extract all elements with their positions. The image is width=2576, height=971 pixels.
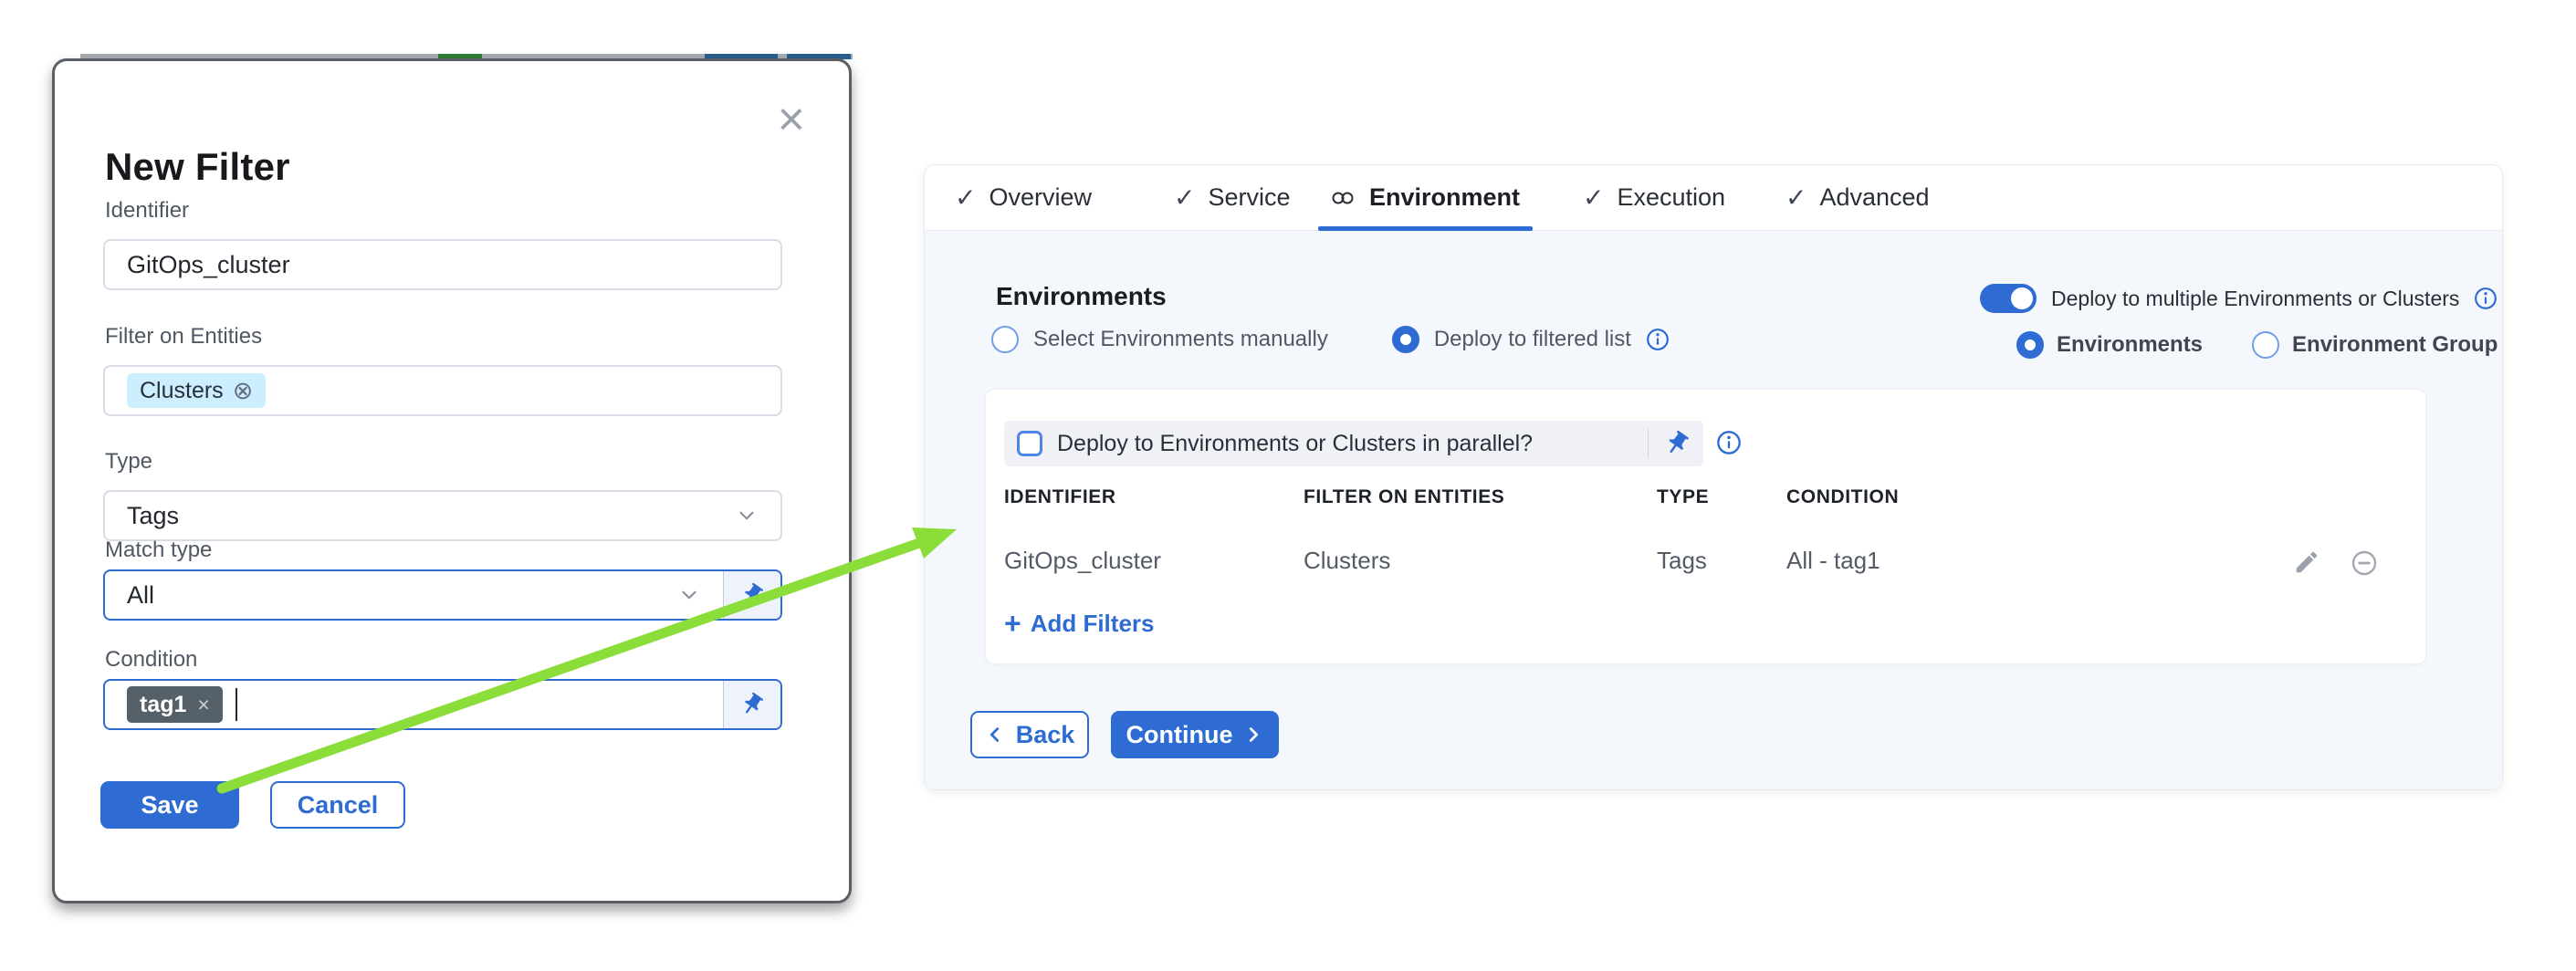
pipeline-stage-panel: ✓ Overview ✓ Service Environment ✓ Execu… bbox=[924, 164, 2503, 790]
back-label: Back bbox=[1016, 721, 1075, 749]
edit-filter-icon[interactable] bbox=[2293, 548, 2320, 576]
tab-label: Execution bbox=[1617, 183, 1725, 212]
entities-chip: Clusters ⊗ bbox=[127, 373, 266, 408]
environment-mode-radios: Select Environments manually Deploy to f… bbox=[991, 326, 1670, 353]
tab-advanced[interactable]: ✓ Advanced bbox=[1785, 165, 1930, 230]
match-type-select[interactable]: All bbox=[103, 569, 782, 621]
stage-tab-bar: ✓ Overview ✓ Service Environment ✓ Execu… bbox=[925, 165, 2502, 231]
toggle-knob bbox=[2011, 287, 2033, 309]
chevron-left-icon bbox=[985, 725, 1005, 745]
condition-tag-chip: tag1 × bbox=[127, 686, 223, 723]
filters-card: Deploy to Environments or Clusters in pa… bbox=[985, 389, 2426, 664]
check-icon: ✓ bbox=[1785, 183, 1806, 213]
type-select[interactable]: Tags bbox=[103, 490, 782, 541]
env-or-group-radios: Environments Environment Group bbox=[2016, 331, 2497, 359]
radio-deploy-filtered[interactable] bbox=[1392, 326, 1419, 353]
new-filter-modal: × New Filter Identifier GitOps_cluster F… bbox=[52, 58, 852, 903]
match-type-value: All bbox=[127, 581, 154, 610]
text-cursor bbox=[236, 688, 237, 721]
multi-env-toggle[interactable] bbox=[1980, 284, 2037, 313]
parallel-checkbox-label: Deploy to Environments or Clusters in pa… bbox=[1057, 431, 1633, 457]
tab-environment[interactable]: Environment bbox=[1329, 165, 1520, 230]
info-icon[interactable] bbox=[1716, 430, 1742, 455]
tab-label: Service bbox=[1208, 183, 1290, 212]
condition-label: Condition bbox=[105, 647, 197, 673]
radio-environments[interactable] bbox=[2016, 331, 2044, 359]
col-header-identifier: IDENTIFIER bbox=[1004, 486, 1116, 508]
tab-label: Environment bbox=[1369, 183, 1520, 212]
tab-label: Advanced bbox=[1819, 183, 1929, 212]
condition-input[interactable]: tag1 × bbox=[103, 679, 782, 730]
environments-heading: Environments bbox=[996, 282, 1167, 311]
row-identifier: GitOps_cluster bbox=[1004, 547, 1161, 575]
condition-tag-label: tag1 bbox=[140, 692, 186, 718]
radio-environment-group-label: Environment Group bbox=[2292, 332, 2497, 358]
continue-button[interactable]: Continue bbox=[1111, 711, 1279, 758]
col-header-condition: CONDITION bbox=[1786, 486, 1899, 508]
pin-icon[interactable] bbox=[1658, 424, 1696, 463]
type-value: Tags bbox=[127, 502, 179, 530]
chip-remove-icon[interactable]: ⊗ bbox=[233, 379, 254, 403]
pin-icon bbox=[735, 578, 770, 613]
chip-remove-icon[interactable]: × bbox=[197, 694, 209, 715]
multi-env-toggle-label: Deploy to multiple Environments or Clust… bbox=[2051, 287, 2459, 311]
identifier-value: GitOps_cluster bbox=[127, 251, 290, 279]
info-icon[interactable] bbox=[1646, 328, 1670, 351]
col-header-type: TYPE bbox=[1657, 486, 1709, 508]
row-condition: All - tag1 bbox=[1786, 547, 1880, 575]
filter-on-entities-input[interactable]: Clusters ⊗ bbox=[103, 365, 782, 416]
filter-on-entities-label: Filter on Entities bbox=[105, 324, 262, 350]
add-filters-label: Add Filters bbox=[1031, 610, 1155, 638]
remove-filter-icon[interactable] bbox=[2350, 548, 2379, 578]
tab-label: Overview bbox=[989, 183, 1092, 212]
plus-icon: + bbox=[1004, 609, 1021, 638]
match-type-label: Match type bbox=[105, 538, 212, 563]
tab-service[interactable]: ✓ Service bbox=[1174, 165, 1291, 230]
save-button[interactable]: Save bbox=[100, 781, 239, 829]
type-label: Type bbox=[105, 449, 152, 475]
tab-execution[interactable]: ✓ Execution bbox=[1583, 165, 1725, 230]
check-icon: ✓ bbox=[1174, 183, 1195, 213]
row-entities: Clusters bbox=[1304, 547, 1390, 575]
divider bbox=[1648, 429, 1649, 458]
pin-icon bbox=[735, 687, 770, 723]
radio-select-manually-label: Select Environments manually bbox=[1033, 327, 1328, 352]
back-button[interactable]: Back bbox=[970, 711, 1089, 758]
radio-environment-group[interactable] bbox=[2252, 331, 2279, 359]
radio-select-manually[interactable] bbox=[991, 326, 1019, 353]
radio-deploy-filtered-label: Deploy to filtered list bbox=[1434, 327, 1631, 352]
info-icon[interactable] bbox=[2474, 287, 2497, 310]
continue-label: Continue bbox=[1126, 721, 1233, 749]
check-icon: ✓ bbox=[1583, 183, 1604, 213]
identifier-input[interactable]: GitOps_cluster bbox=[103, 239, 782, 290]
identifier-label: Identifier bbox=[105, 198, 189, 224]
radio-environments-label: Environments bbox=[2057, 332, 2203, 358]
cancel-button[interactable]: Cancel bbox=[270, 781, 405, 829]
modal-title: New Filter bbox=[105, 145, 290, 189]
chevron-right-icon bbox=[1243, 725, 1263, 745]
environment-tab-content: Environments Select Environments manuall… bbox=[925, 231, 2502, 789]
multi-env-toggle-row: Deploy to multiple Environments or Clust… bbox=[1980, 284, 2497, 313]
add-filters-button[interactable]: + Add Filters bbox=[1004, 609, 1154, 638]
chevron-down-icon bbox=[677, 583, 701, 607]
environment-icon bbox=[1329, 184, 1356, 212]
close-icon[interactable]: × bbox=[778, 96, 805, 143]
runtime-input-pin-button[interactable] bbox=[723, 571, 780, 619]
check-icon: ✓ bbox=[955, 183, 976, 213]
runtime-input-pin-button[interactable] bbox=[723, 681, 780, 728]
row-type: Tags bbox=[1657, 547, 1707, 575]
entities-chip-label: Clusters bbox=[140, 378, 224, 404]
screenshot-root: × New Filter Identifier GitOps_cluster F… bbox=[0, 0, 2576, 971]
parallel-checkbox-row: Deploy to Environments or Clusters in pa… bbox=[1004, 421, 1703, 466]
chevron-down-icon bbox=[735, 504, 759, 527]
tab-overview[interactable]: ✓ Overview bbox=[955, 165, 1092, 230]
col-header-entities: FILTER ON ENTITIES bbox=[1304, 486, 1504, 508]
parallel-checkbox[interactable] bbox=[1017, 431, 1042, 456]
